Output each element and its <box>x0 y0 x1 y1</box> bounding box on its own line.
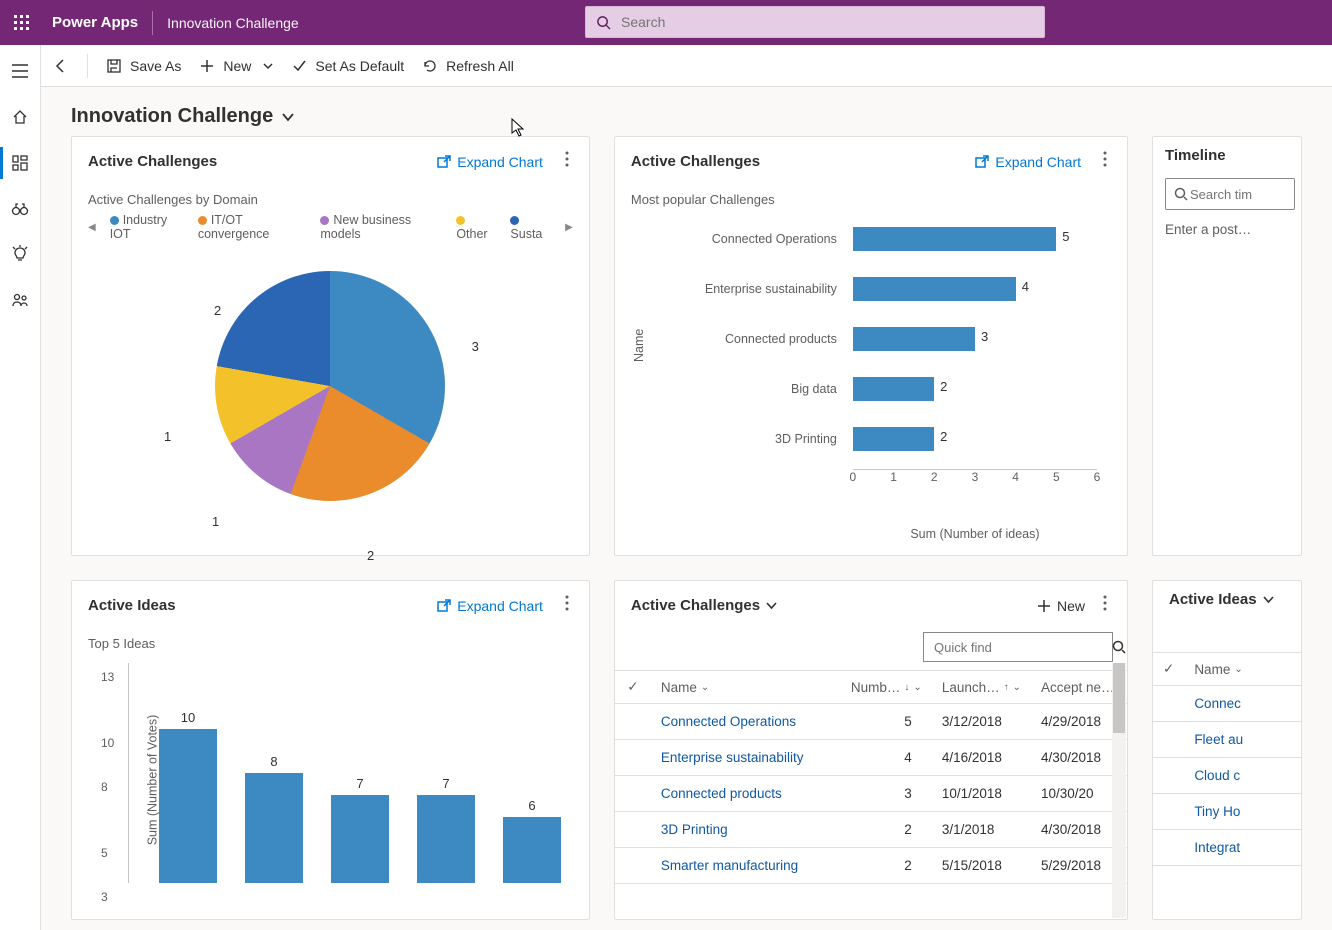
legend-item[interactable]: IT/OT convergence <box>198 213 307 241</box>
card-title: Active Challenges <box>88 153 217 170</box>
column-bar <box>417 795 475 883</box>
command-bar: Save As New Set As Default Refresh All <box>41 45 1332 87</box>
app-name-label: Innovation Challenge <box>167 15 299 31</box>
refresh-all-button[interactable]: Refresh All <box>422 58 514 74</box>
table-row[interactable]: Fleet au <box>1153 722 1301 758</box>
hbar-row: Enterprise sustainability4 <box>675 269 1097 309</box>
expand-chart-button[interactable]: Expand Chart <box>437 598 543 614</box>
chart-subtitle: Top 5 Ideas <box>72 626 589 653</box>
more-icon[interactable] <box>561 591 573 620</box>
more-icon[interactable] <box>561 147 573 176</box>
hbar-row: Big data2 <box>675 369 1097 409</box>
legend-item[interactable]: Susta <box>510 213 551 241</box>
table-row[interactable]: Enterprise sustainability44/16/20184/30/… <box>615 740 1127 776</box>
search-icon <box>1112 640 1126 654</box>
hbar-row: Connected products3 <box>675 319 1097 359</box>
challenges-table-card: Active Challenges New ✓ <box>614 580 1128 920</box>
pie-chart-card: Active Challenges Expand Chart Active Ch… <box>71 136 590 556</box>
ideas-table-card: Active Ideas ✓ Name ⌄ ConnecFleet auClou… <box>1152 580 1302 920</box>
pie-chart: 3 2 1 1 2 <box>72 271 589 591</box>
chevron-down-icon <box>766 600 777 611</box>
col-launch[interactable]: Launch… ↑ ⌄ <box>932 671 1031 704</box>
people-icon[interactable] <box>0 289 40 313</box>
challenges-table: ✓ Name ⌄ Numb… ↓ ⌄ Launch… ↑ ⌄ Accept ne… <box>615 670 1127 884</box>
legend-item[interactable]: Other <box>456 213 496 241</box>
column-chart-card: Active Ideas Expand Chart Top 5 Ideas <box>71 580 590 920</box>
chevron-down-icon <box>281 110 295 124</box>
global-search-input[interactable] <box>619 13 1034 31</box>
brand-label: Power Apps <box>52 14 138 31</box>
select-all-checkbox[interactable]: ✓ <box>1153 653 1184 686</box>
table-row[interactable]: Cloud c <box>1153 758 1301 794</box>
legend-next-icon[interactable]: ▶ <box>565 222 573 233</box>
column-bar <box>159 729 217 883</box>
table-row[interactable]: Connec <box>1153 686 1301 722</box>
card-title-dropdown[interactable]: Active Ideas <box>1169 591 1274 608</box>
select-all-checkbox[interactable]: ✓ <box>615 671 651 704</box>
legend-item[interactable]: New business models <box>320 213 442 241</box>
search-icon <box>1174 187 1188 201</box>
card-title: Active Challenges <box>631 153 760 170</box>
col-name[interactable]: Name ⌄ <box>651 671 841 704</box>
lightbulb-icon[interactable] <box>0 243 40 267</box>
card-title-dropdown[interactable]: Active Challenges <box>631 597 777 614</box>
set-default-button[interactable]: Set As Default <box>291 58 404 74</box>
table-scrollbar[interactable] <box>1112 663 1126 918</box>
chevron-down-icon <box>1263 594 1274 605</box>
card-title: Timeline <box>1165 147 1226 164</box>
col-name[interactable]: Name ⌄ <box>1184 653 1301 686</box>
back-button[interactable] <box>53 58 69 74</box>
card-title: Active Ideas <box>88 597 176 614</box>
hbar-row: Connected Operations5 <box>675 219 1097 259</box>
hbar-category: Connected products <box>675 332 845 346</box>
table-row[interactable]: Connected products310/1/201810/30/20 <box>615 776 1127 812</box>
new-record-button[interactable]: New <box>1037 598 1085 614</box>
expand-chart-button[interactable]: Expand Chart <box>437 154 543 170</box>
new-button[interactable]: New <box>199 58 273 74</box>
legend-item[interactable]: Industry IOT <box>110 213 184 241</box>
chart-subtitle: Most popular Challenges <box>615 182 1127 209</box>
pie-legend: ◀ Industry IOT IT/OT convergence New bus… <box>72 209 589 241</box>
column-bar <box>503 817 561 883</box>
table-row[interactable]: Connected Operations53/12/20184/29/2018 <box>615 704 1127 740</box>
column-bar <box>331 795 389 883</box>
more-icon[interactable] <box>1099 147 1111 176</box>
timeline-card: Timeline Enter a post… <box>1152 136 1302 556</box>
hbar-category: Connected Operations <box>675 232 845 246</box>
hbar-chart-card: Active Challenges Expand Chart Most popu… <box>614 136 1128 556</box>
hbar-row: 3D Printing2 <box>675 419 1097 459</box>
table-row[interactable]: 3D Printing23/1/20184/30/2018 <box>615 812 1127 848</box>
quick-find-input[interactable] <box>923 632 1113 662</box>
expand-chart-button[interactable]: Expand Chart <box>975 154 1081 170</box>
hbar-category: Big data <box>675 382 845 396</box>
hbar-chart: Name Connected Operations5Enterprise sus… <box>615 209 1127 561</box>
hamburger-icon[interactable] <box>0 59 40 83</box>
chart-subtitle: Active Challenges by Domain <box>72 182 589 209</box>
column-chart: Sum (Number of Votes) 3581013108776 <box>72 653 589 930</box>
binoculars-icon[interactable] <box>0 197 40 221</box>
table-row[interactable]: Smarter manufacturing25/15/20185/29/2018 <box>615 848 1127 884</box>
ideas-table: ✓ Name ⌄ ConnecFleet auCloud cTiny HoInt… <box>1153 652 1301 866</box>
home-icon[interactable] <box>0 105 40 129</box>
page-title[interactable]: Innovation Challenge <box>41 87 1332 136</box>
save-as-button[interactable]: Save As <box>106 58 181 74</box>
left-nav-rail <box>0 45 41 930</box>
global-header: Power Apps Innovation Challenge <box>0 0 1332 45</box>
table-row[interactable]: Integrat <box>1153 830 1301 866</box>
hbar-category: 3D Printing <box>675 432 845 446</box>
legend-prev-icon[interactable]: ◀ <box>88 222 96 233</box>
timeline-post-input[interactable]: Enter a post… <box>1165 222 1301 237</box>
col-number[interactable]: Numb… ↓ ⌄ <box>841 671 932 704</box>
more-icon[interactable] <box>1099 591 1111 620</box>
table-row[interactable]: Tiny Ho <box>1153 794 1301 830</box>
hbar-category: Enterprise sustainability <box>675 282 845 296</box>
timeline-search[interactable] <box>1165 178 1295 210</box>
dashboard-icon[interactable] <box>0 151 40 175</box>
column-bar <box>245 773 303 883</box>
waffle-icon[interactable] <box>8 9 36 37</box>
header-divider <box>152 11 153 35</box>
global-search[interactable] <box>585 6 1045 38</box>
